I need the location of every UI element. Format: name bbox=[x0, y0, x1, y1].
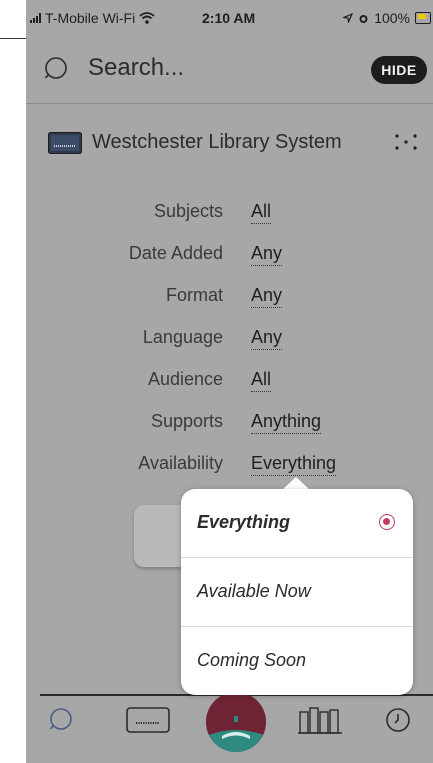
filter-row-subjects[interactable]: Subjects All bbox=[26, 196, 433, 226]
tab-library-card-icon[interactable] bbox=[126, 707, 170, 733]
option-coming-soon[interactable]: Coming Soon bbox=[181, 627, 413, 695]
header-divider bbox=[26, 103, 433, 104]
search-row[interactable]: Search... HIDE bbox=[26, 44, 433, 100]
search-icon bbox=[44, 57, 67, 79]
dots-icon[interactable] bbox=[391, 128, 421, 158]
filter-value-subjects[interactable]: All bbox=[251, 201, 272, 224]
signal-icon bbox=[30, 13, 41, 23]
option-label: Coming Soon bbox=[197, 650, 307, 670]
filter-row-audience[interactable]: Audience All bbox=[26, 364, 433, 394]
tab-reading-icon[interactable] bbox=[206, 692, 266, 752]
filter-label: Subjects bbox=[153, 201, 223, 221]
reading-icon bbox=[206, 692, 266, 752]
filter-label: Supports bbox=[150, 411, 223, 431]
filter-value-audience[interactable]: All bbox=[251, 369, 272, 392]
filter-label: Availability bbox=[138, 453, 223, 473]
battery-icon bbox=[415, 12, 431, 24]
alarm-icon bbox=[359, 14, 368, 23]
app-screen: T-Mobile Wi-Fi 2:10 AM 100% Search... HI… bbox=[26, 0, 433, 763]
battery-label: 100% bbox=[374, 10, 410, 26]
filter-row-format[interactable]: Format Any bbox=[26, 280, 433, 310]
library-name: Westchester Library System bbox=[92, 131, 342, 153]
hide-button[interactable]: HIDE bbox=[371, 56, 427, 84]
filter-row-availability[interactable]: Availability Everything bbox=[26, 448, 433, 478]
filter-value-format[interactable]: Any bbox=[251, 285, 283, 308]
location-icon bbox=[343, 13, 354, 23]
filter-label: Audience bbox=[147, 369, 223, 389]
filter-value-availability[interactable]: Everything bbox=[251, 453, 337, 476]
filter-row-date-added[interactable]: Date Added Any bbox=[26, 238, 433, 268]
option-everything[interactable]: Everything bbox=[181, 489, 413, 557]
filter-value-language[interactable]: Any bbox=[251, 327, 283, 350]
status-time: 2:10 AM bbox=[202, 10, 256, 26]
library-selector[interactable]: Westchester Library System bbox=[26, 122, 433, 164]
wifi-icon bbox=[139, 12, 155, 24]
option-label: Everything bbox=[197, 512, 291, 532]
tab-shelf-icon[interactable] bbox=[298, 706, 342, 734]
filter-value-date-added[interactable]: Any bbox=[251, 243, 283, 266]
filter-row-supports[interactable]: Supports Anything bbox=[26, 406, 433, 436]
status-bar: T-Mobile Wi-Fi 2:10 AM 100% bbox=[26, 0, 433, 34]
status-right: 100% bbox=[343, 10, 431, 26]
radio-selected-icon bbox=[379, 514, 395, 530]
tab-search-icon[interactable] bbox=[48, 706, 76, 734]
carrier-group: T-Mobile Wi-Fi bbox=[30, 10, 155, 26]
library-card-icon bbox=[48, 132, 82, 154]
filter-row-language[interactable]: Language Any bbox=[26, 322, 433, 352]
tab-clock-icon[interactable] bbox=[385, 707, 411, 733]
option-available-now[interactable]: Available Now bbox=[181, 558, 413, 626]
filter-label: Date Added bbox=[128, 243, 223, 263]
filter-label: Format bbox=[165, 285, 223, 305]
filter-value-supports[interactable]: Anything bbox=[251, 411, 322, 434]
filter-label: Language bbox=[142, 327, 223, 347]
carrier-label: T-Mobile Wi-Fi bbox=[45, 10, 136, 26]
availability-popover: Everything Available Now Coming Soon bbox=[181, 489, 413, 695]
window-edge-line bbox=[0, 38, 26, 39]
option-label: Available Now bbox=[197, 581, 311, 601]
search-input[interactable]: Search... bbox=[88, 54, 184, 82]
